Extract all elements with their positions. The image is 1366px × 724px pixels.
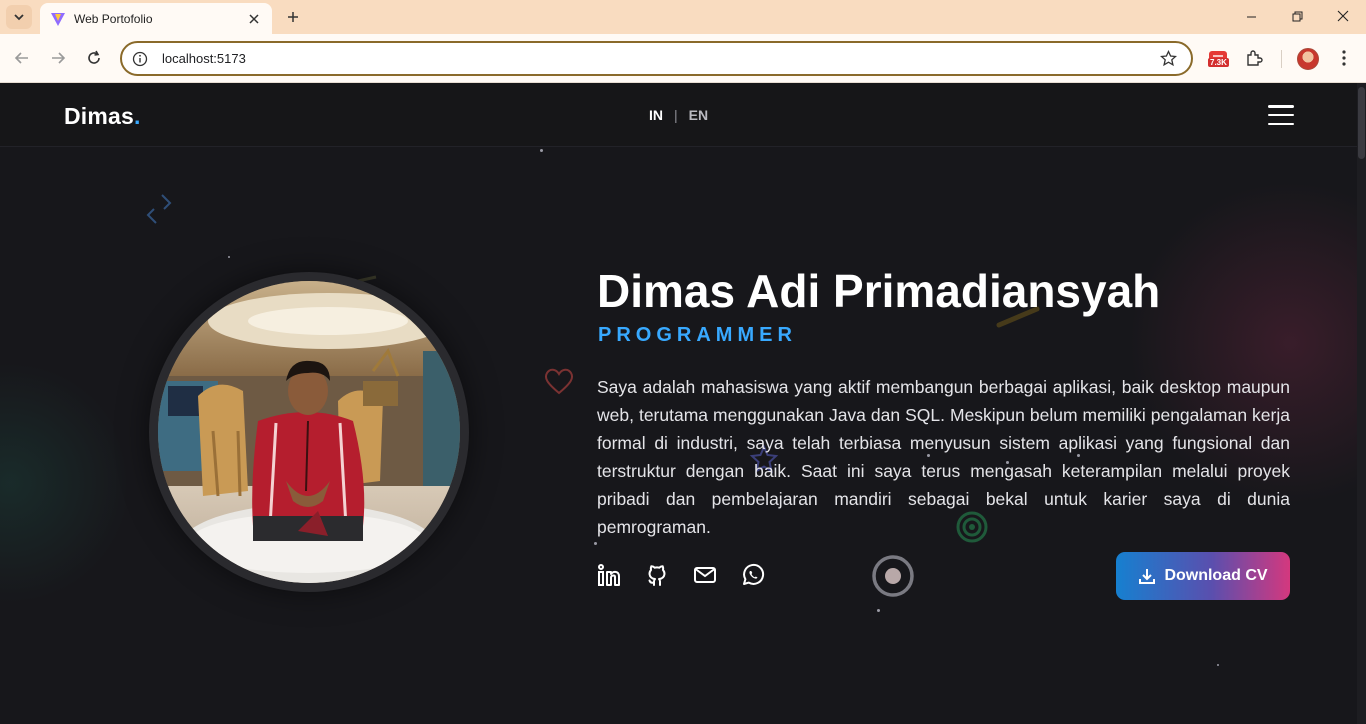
close-tab-icon[interactable]: [246, 11, 262, 27]
page-scrollbar[interactable]: [1357, 83, 1366, 724]
extension-button[interactable]: 7.3K: [1204, 44, 1232, 72]
browser-menu-button[interactable]: [1330, 44, 1358, 72]
download-icon: [1139, 569, 1156, 584]
download-cv-button[interactable]: Download CV: [1116, 552, 1290, 600]
browser-tab-active[interactable]: Web Portofolio: [40, 3, 272, 34]
tab-search-button[interactable]: [6, 5, 32, 29]
hamburger-menu-icon[interactable]: [1268, 105, 1294, 125]
plus-icon: [288, 12, 298, 22]
reload-icon: [88, 50, 100, 64]
extension-badge: 7.3K: [1208, 58, 1229, 67]
language-switcher: IN | EN: [649, 107, 708, 123]
restore-icon: [1292, 11, 1302, 21]
download-cv-label: Download CV: [1164, 567, 1268, 584]
decorative-frame-icon: [146, 194, 172, 224]
scrollbar-thumb[interactable]: [1358, 87, 1365, 159]
github-icon[interactable]: [645, 563, 669, 587]
arrow-left-icon: [14, 52, 28, 64]
tab-title: Web Portofolio: [74, 11, 153, 26]
minimize-icon: [1246, 16, 1256, 17]
chevron-down-icon: [14, 14, 24, 21]
page-viewport: Dimas. IN | EN Dimas Adi Primadiansyah P…: [0, 83, 1366, 724]
hero-description: Saya adalah mahasiswa yang aktif membang…: [597, 377, 1290, 537]
reload-button[interactable]: [80, 44, 108, 72]
site-info-icon[interactable]: [132, 51, 148, 67]
linkedin-icon[interactable]: [597, 563, 621, 587]
record-circle-icon: [872, 555, 914, 597]
browser-toolbar: localhost:5173 7.3K: [0, 34, 1366, 83]
url-text[interactable]: localhost:5173: [162, 51, 246, 66]
puzzle-icon: [1247, 50, 1263, 66]
hero-name: Dimas Adi Primadiansyah: [597, 265, 1161, 317]
new-tab-button[interactable]: [282, 6, 304, 28]
forward-button[interactable]: [44, 44, 72, 72]
social-links: [597, 563, 765, 587]
vite-logo-icon: [51, 12, 65, 26]
hero-role: PROGRAMMER: [598, 324, 797, 346]
toolbar-separator: [1281, 50, 1282, 68]
lang-separator: |: [674, 107, 678, 123]
heart-outline-icon: [544, 368, 574, 395]
bookmark-star-icon[interactable]: [1159, 49, 1178, 72]
lang-en-button[interactable]: EN: [689, 107, 708, 123]
close-window-button[interactable]: [1320, 0, 1366, 32]
back-button[interactable]: [8, 44, 36, 72]
site-navbar: Dimas. IN | EN: [0, 83, 1357, 147]
close-icon: [1337, 10, 1349, 22]
address-bar[interactable]: localhost:5173: [120, 41, 1193, 76]
whatsapp-icon[interactable]: [741, 563, 765, 587]
browser-tabbar: Web Portofolio: [0, 0, 1366, 34]
profile-photo: [158, 281, 460, 583]
profile-avatar[interactable]: [1297, 48, 1319, 70]
more-vertical-icon: [1342, 50, 1346, 66]
site-logo[interactable]: Dimas.: [64, 103, 141, 130]
arrow-right-icon: [52, 52, 66, 64]
extensions-menu-button[interactable]: [1240, 44, 1268, 72]
mail-icon[interactable]: [693, 563, 717, 587]
minimize-button[interactable]: [1228, 0, 1274, 32]
lang-in-button[interactable]: IN: [649, 107, 663, 123]
restore-button[interactable]: [1274, 0, 1320, 32]
